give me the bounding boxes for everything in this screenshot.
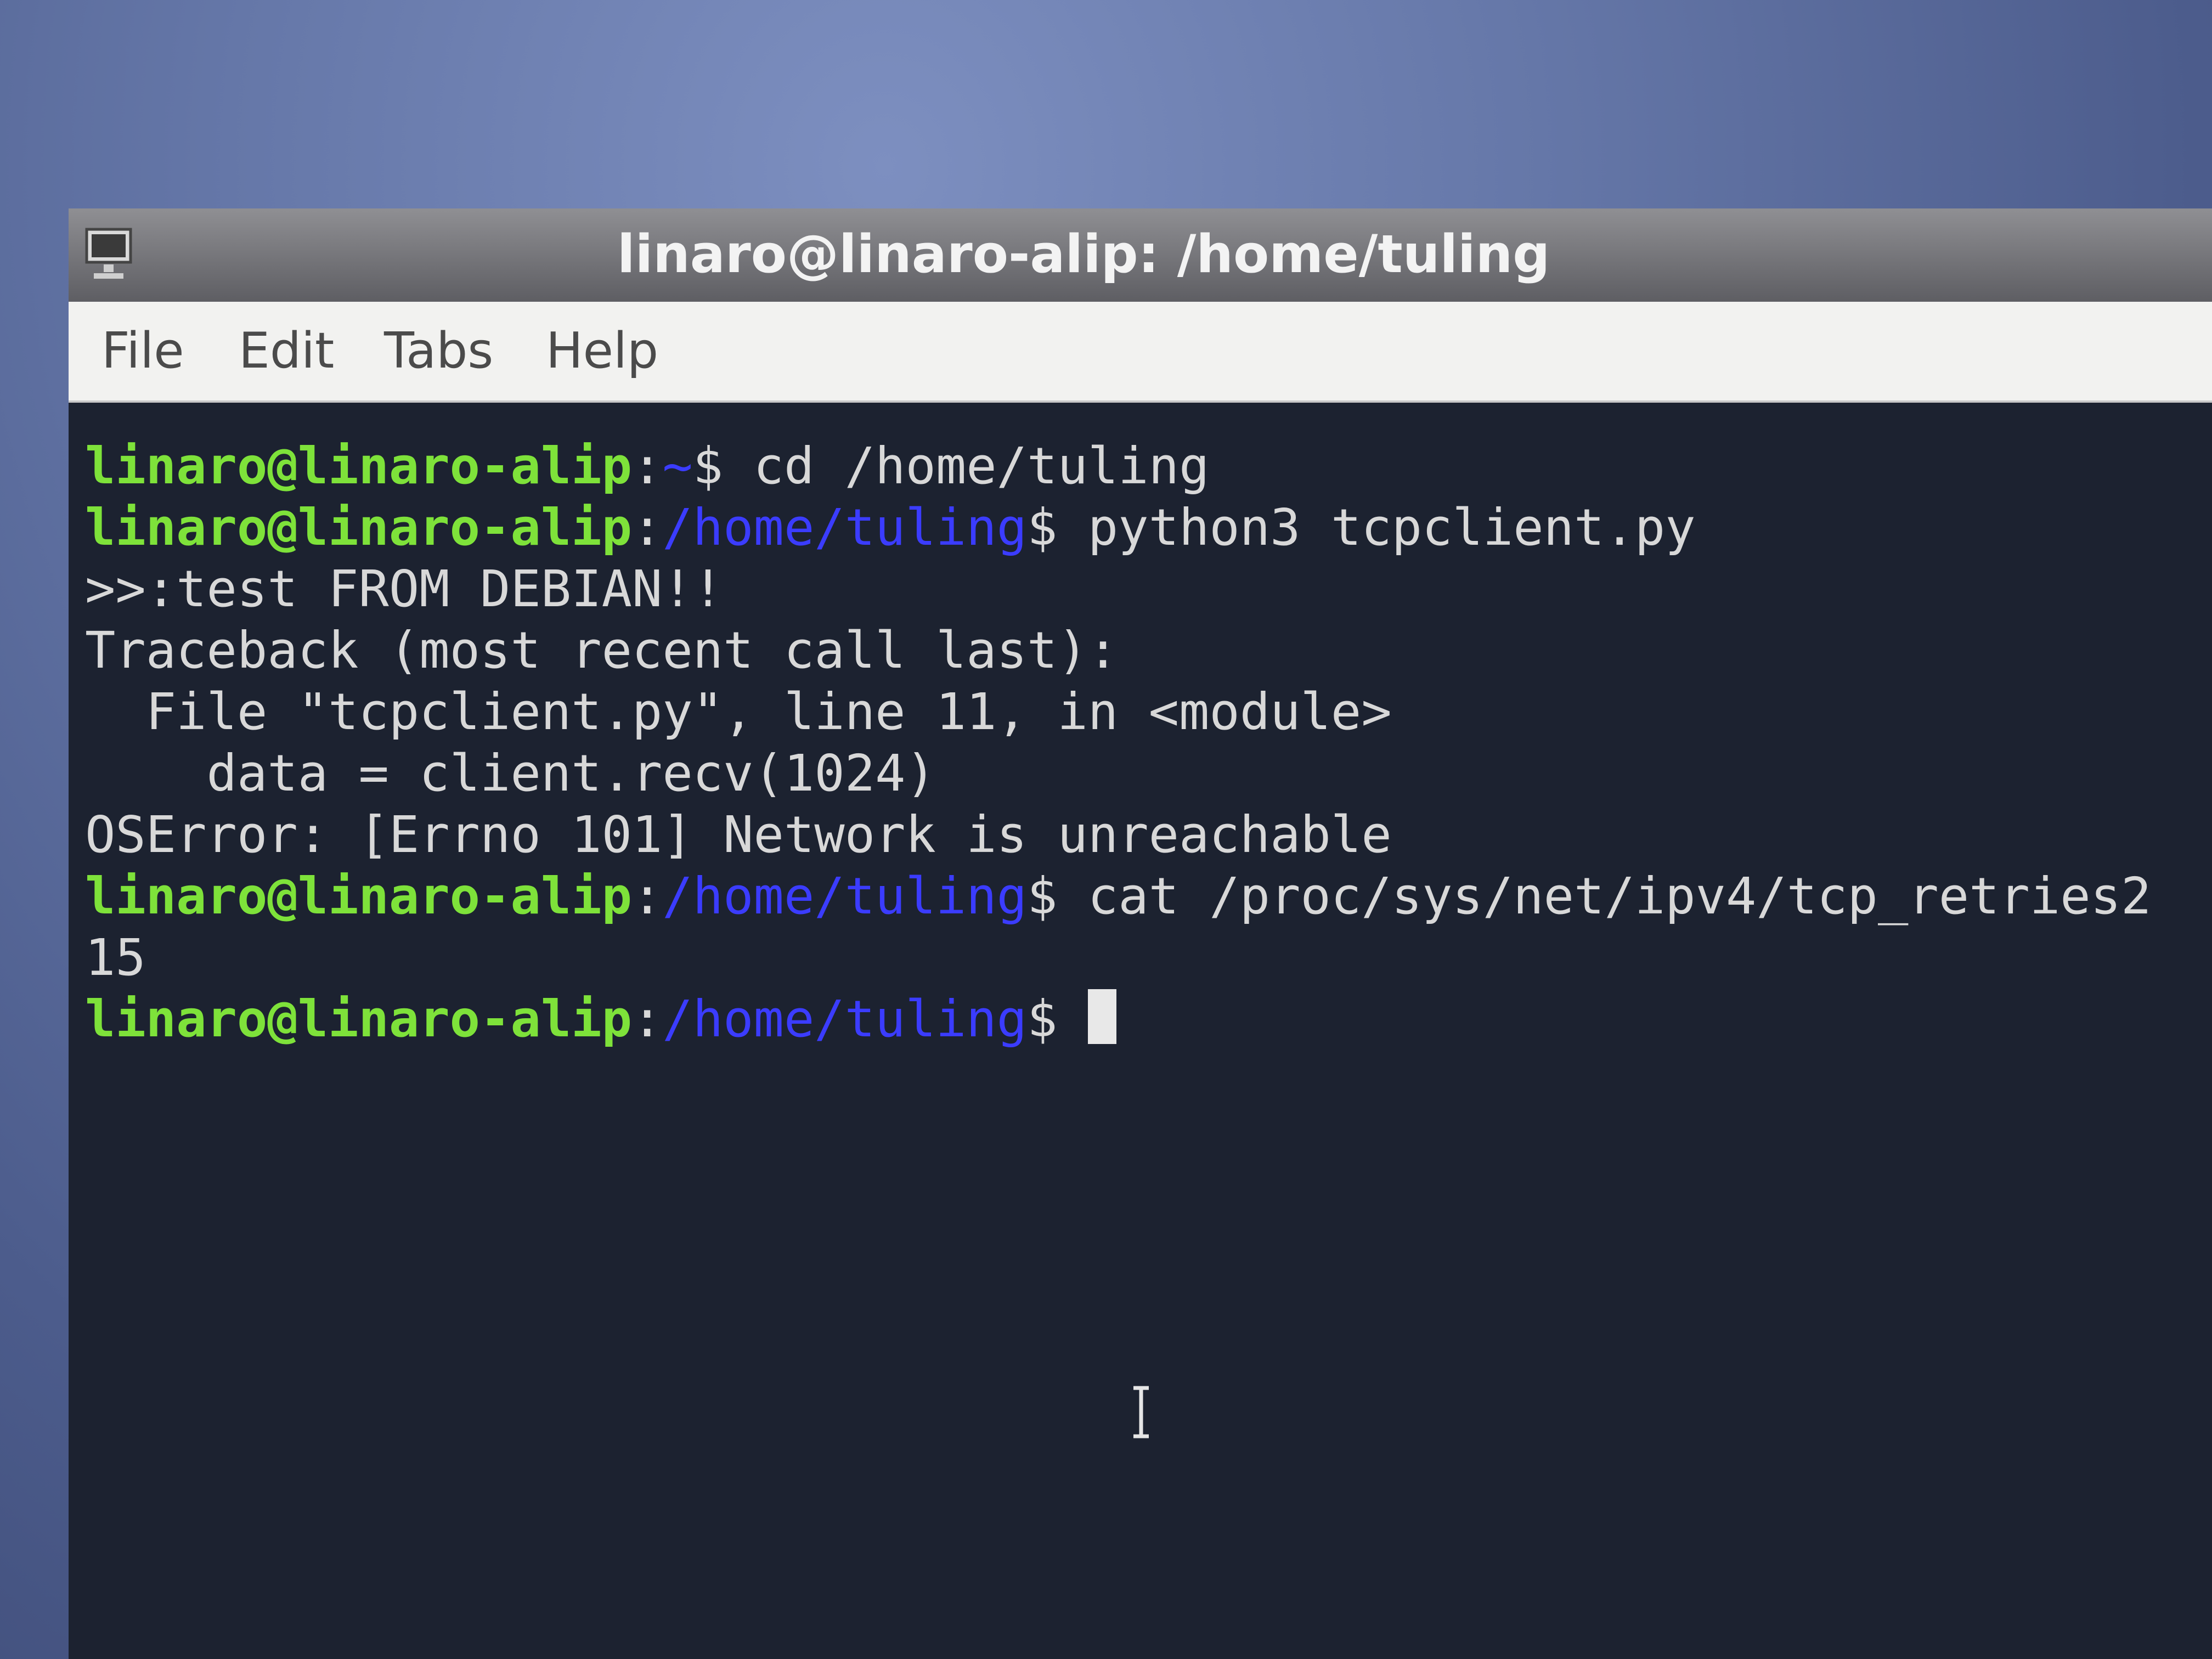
terminal-line: linaro@linaro-alip:~$ cd /home/tuling (85, 436, 1209, 497)
prompt-path: /home/tuling (662, 498, 1028, 557)
text-ibeam-cursor-icon (1130, 1385, 1152, 1440)
menu-file[interactable]: File (101, 313, 184, 390)
terminal-line: Traceback (most recent call last): (85, 621, 1119, 680)
prompt-separator: : (632, 437, 663, 495)
prompt-separator: : (632, 498, 663, 557)
command-text: $ cat /proc/sys/net/ipv4/tcp_retries2 (1027, 867, 2152, 926)
command-text: $ (1027, 990, 1088, 1048)
prompt-user: linaro@linaro-alip (85, 990, 632, 1048)
terminal-line: File "tcpclient.py", line 11, in <module… (85, 682, 1392, 741)
terminal-line: 15 (85, 928, 146, 987)
title-bar[interactable]: linaro@linaro-alip: /home/tuling (69, 208, 2212, 302)
prompt-path: /home/tuling (662, 867, 1028, 926)
menu-tabs[interactable]: Tabs (384, 313, 493, 390)
terminal-line: linaro@linaro-alip:/home/tuling$ cat /pr… (85, 866, 2151, 927)
prompt-path: ~ (662, 437, 693, 495)
prompt-user: linaro@linaro-alip (85, 437, 632, 495)
prompt-separator: : (632, 990, 663, 1048)
command-text: $ python3 tcpclient.py (1027, 498, 1696, 557)
text-cursor (1087, 989, 1116, 1044)
menu-edit[interactable]: Edit (239, 313, 334, 390)
prompt-user: linaro@linaro-alip (85, 867, 632, 926)
command-text: $ cd /home/tuling (692, 437, 1210, 495)
terminal-output[interactable]: linaro@linaro-alip:~$ cd /home/tuling li… (69, 403, 2212, 1659)
terminal-window[interactable]: linaro@linaro-alip: /home/tuling File Ed… (69, 208, 2212, 1659)
terminal-line: OSError: [Errno 101] Network is unreacha… (85, 805, 1392, 864)
prompt-user: linaro@linaro-alip (85, 498, 632, 557)
terminal-app-icon[interactable] (84, 225, 133, 285)
menu-bar: File Edit Tabs Help (69, 302, 2212, 403)
prompt-separator: : (632, 867, 663, 926)
prompt-path: /home/tuling (662, 990, 1028, 1048)
terminal-line: linaro@linaro-alip:/home/tuling$ (85, 989, 1116, 1050)
terminal-line: data = client.recv(1024) (85, 744, 936, 803)
terminal-line: linaro@linaro-alip:/home/tuling$ python3… (85, 497, 1696, 558)
window-title: linaro@linaro-alip: /home/tuling (617, 224, 1550, 285)
menu-help[interactable]: Help (546, 313, 658, 390)
terminal-line: >>:test FROM DEBIAN!! (85, 560, 724, 618)
